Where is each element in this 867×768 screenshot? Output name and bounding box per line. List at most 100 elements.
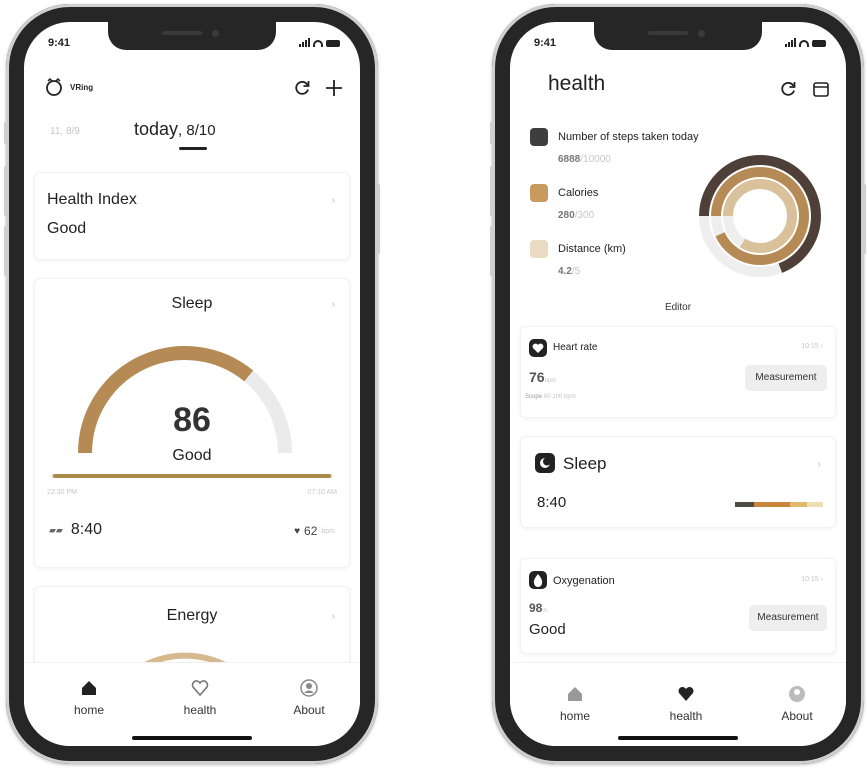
sleep-duration-value: 8:40 [537,494,567,511]
oxygenation-card[interactable]: Oxygenation 10:15 › 98% Good Measurement [520,558,836,654]
heart-rate-value: 76 [529,369,545,385]
heart-rate-card[interactable]: Heart rate 10:15 › 76bpm Scope 60-100 bp… [520,326,836,418]
volume-down-button [4,226,8,276]
sync-icon [781,81,796,96]
status-time: 9:41 [534,37,557,49]
steps-label: Number of steps taken today [558,131,699,143]
chevron-right-icon: › [817,459,821,470]
tab-health[interactable]: health [165,679,235,717]
sleep-title: Sleep [171,295,213,312]
heart-rate-icon [529,339,547,357]
steps-icon [530,128,548,146]
sleep-heart-rate: ♥ 62 bpm [294,524,335,538]
volume-up-button [490,166,494,216]
energy-title: Energy [166,607,218,624]
sync-button[interactable] [778,79,798,104]
tab-home[interactable]: home [54,679,124,717]
calories-value: 280 [558,210,575,221]
sleep-stage-light [754,502,790,507]
wifi-icon [313,40,323,47]
wifi-icon [799,40,809,47]
heart-rate-unit: bpm [544,378,557,384]
sleep-duration: ▰▰ 8:40 [49,521,102,539]
calories-icon [530,184,548,202]
heart-outline-icon [191,680,209,697]
distance-goal: /5 [571,266,581,277]
logo-text: VRing [70,82,94,92]
today-label: today [134,119,179,139]
health-index-card[interactable]: Health Index Good › [34,172,350,260]
steps-reading: 6888/10000 [558,154,611,165]
status-icons [299,38,340,47]
oxygenation-value: 98 [529,601,543,615]
activity-rings [699,155,821,277]
distance-label: Distance (km) [558,243,626,255]
battery-icon [326,40,340,47]
tab-health[interactable]: health [651,685,721,723]
date-tab-previous[interactable]: 11, 8/9 [50,126,80,137]
scope-value: 60-100 bpm [543,394,576,400]
sleep-label: Sleep [563,454,607,473]
sleep-heart-unit: bpm [321,527,335,535]
power-button [862,184,866,254]
oxygenation-measure-button[interactable]: Measurement [749,605,827,631]
tab-home-label: home [559,709,591,723]
tab-about[interactable]: About [274,679,344,717]
sleep-timeline-fill [53,474,331,478]
heart-rate-scope: Scope 60-100 bpm [525,394,576,400]
heart-rate-reading: 76bpm [529,369,556,385]
home-icon [568,687,582,701]
sleep-stage-deep [735,502,755,507]
heart-icon [678,686,694,701]
plus-icon [326,80,342,96]
tab-about-label: About [781,709,813,723]
oxygenation-reading: 98% [529,601,548,615]
tab-health-label: health [183,703,217,717]
tab-home-label: home [73,703,105,717]
calories-goal: /300 [574,210,595,221]
health-index-title: Health Index [47,191,137,208]
calendar-icon [813,82,829,97]
sleep-timeline-track [51,474,333,478]
health-index-value: Good [47,220,87,237]
tab-about[interactable]: About [762,685,832,723]
battery-icon [812,40,826,47]
signal-icon [299,38,310,47]
sleep-quality: Good [172,447,212,464]
sleep-stages-bar [735,502,823,507]
sync-icon [295,80,310,95]
notch [108,22,276,50]
editor-link[interactable]: Editor [510,302,846,313]
heart-rate-measure-button[interactable]: Measurement [745,365,827,391]
mute-switch [4,122,8,144]
oxygenation-unit: % [542,608,548,614]
sync-button[interactable] [292,78,312,103]
sleep-start-time: 22:30 PM [47,489,77,496]
steps-value: 6888 [558,154,581,165]
volume-up-button [4,166,8,216]
distance-icon [530,240,548,258]
calendar-button[interactable] [812,80,830,103]
scope-label: Scope [525,394,543,400]
date-tab-today[interactable]: today, 8/10 [134,119,216,140]
user-circle-icon [300,679,318,697]
ring-logo-icon [46,78,62,96]
today-date: , 8/10 [178,122,216,139]
user-circle-icon [789,686,805,702]
chevron-right-icon: › [331,611,335,622]
oxygenation-label: Oxygenation [553,575,615,587]
tab-home[interactable]: home [540,685,610,723]
sleep-icon [535,453,555,473]
sleep-end-time: 07:10 AM [307,489,337,496]
sleep-card[interactable]: Sleep › 86 Good 22:30 PM 07:10 AM ▰▰ 8:4… [34,278,350,568]
activity-summary[interactable]: Number of steps taken today 6888/10000 C… [510,118,846,318]
mute-switch [490,122,494,144]
add-button[interactable] [324,78,344,103]
tab-about-label: About [293,703,325,717]
sleep-score: 86 [173,401,211,439]
health-screen: 9:41 health Number of steps taken today … [510,22,846,746]
volume-down-button [490,226,494,276]
home-screen: 9:41 VRing 11, 8/9 today, 8/10 Health In… [24,22,360,746]
sleep-card[interactable]: Sleep › 8:40 [520,436,836,528]
bottom-tab-bar: home health About [510,662,846,746]
